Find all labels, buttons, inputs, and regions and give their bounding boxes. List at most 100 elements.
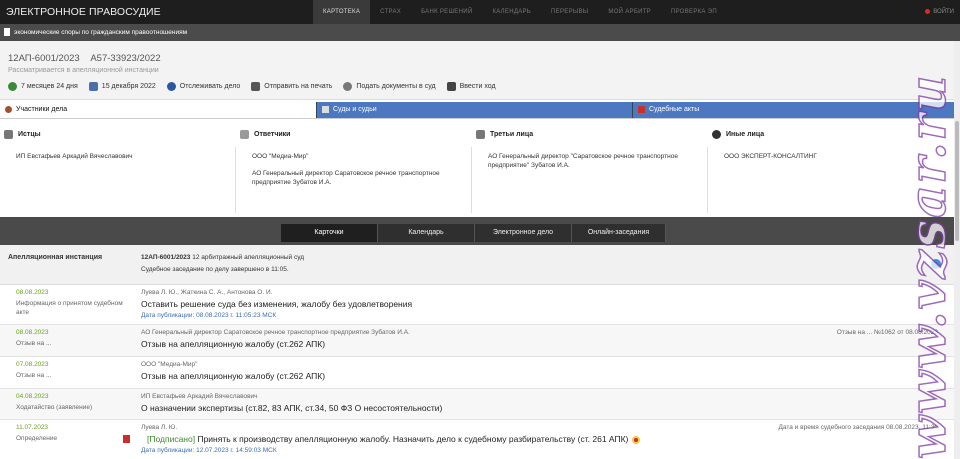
power-icon xyxy=(925,8,931,14)
party-item[interactable]: АО Генеральный директор "Саратовское реч… xyxy=(488,152,693,170)
plaintiffs-column: Истцы ИП Евстафьев Аркадий Вячеславович xyxy=(0,119,235,218)
event-row: 08.08.2023 Информация о принятом судебно… xyxy=(0,285,960,325)
nav-bank-resheniy[interactable]: БАНК РЕШЕНИЙ xyxy=(411,0,482,24)
expand-icon[interactable] xyxy=(931,259,941,269)
case-number: 12АП-6001/2023 xyxy=(8,53,80,64)
other-parties-header: Иные лица xyxy=(712,130,764,139)
print-button[interactable]: Отправить на печать xyxy=(251,82,332,91)
person-icon xyxy=(5,106,12,113)
tab-calendar[interactable]: Календарь xyxy=(378,224,475,242)
building-icon xyxy=(476,130,485,139)
nav-strakh[interactable]: СТРАХ xyxy=(370,0,411,24)
event-author: Луева Л. Ю. xyxy=(141,424,178,431)
defendants-header: Ответчики xyxy=(240,130,291,139)
event-title[interactable]: Отзыв на апелляционную жалобу (ст.262 АП… xyxy=(141,371,325,381)
other-parties-column: Иные лица ООО ЭКСПЕРТ-КОНСАЛТИНГ xyxy=(708,119,943,218)
tab-court-acts[interactable]: Судебные акты xyxy=(632,102,960,118)
event-title[interactable]: Отзыв на апелляционную жалобу (ст.262 АП… xyxy=(141,339,325,349)
signed-label: [Подписано] xyxy=(147,434,196,444)
third-parties-title: Третьи лица xyxy=(490,131,534,138)
event-row: 08.08.2023 Отзыв на ... АО Генеральный д… xyxy=(0,325,960,357)
party-item[interactable]: АО Генеральный директор Саратовское речн… xyxy=(252,169,457,187)
tab-online-sessions[interactable]: Онлайн-заседания xyxy=(572,224,666,242)
party-item[interactable]: ООО ЭКСПЕРТ-КОНСАЛТИНГ xyxy=(724,152,929,161)
nav-check-ep[interactable]: ПРОВЕРКА ЭП xyxy=(661,0,727,24)
third-parties-list: АО Генеральный директор "Саратовское реч… xyxy=(488,152,693,178)
tab-cards[interactable]: Карточки xyxy=(281,224,378,242)
instance-court: 12 арбитражный апелляционный суд xyxy=(190,254,305,261)
party-item[interactable]: ИП Евстафьев Аркадий Вячеславович xyxy=(16,152,221,161)
scales-icon xyxy=(4,130,13,139)
event-row: 07.08.2023 Отзыв на ... ООО "Медиа-Мир" … xyxy=(0,357,960,389)
main-nav: КАРТОТЕКА СТРАХ БАНК РЕШЕНИЙ КАЛЕНДАРЬ П… xyxy=(313,0,727,24)
track-case-button[interactable]: Отслеживать дело xyxy=(166,82,240,91)
scrollbar-thumb[interactable] xyxy=(955,121,959,241)
instance-case: 12АП-6001/2023 12 арбитражный апелляцион… xyxy=(141,254,304,261)
event-author: ООО "Медиа-Мир" xyxy=(141,361,198,368)
event-date: 08.08.2023 xyxy=(16,289,49,296)
scrollbar[interactable] xyxy=(954,41,960,459)
event-row: 04.08.2023 Ходатайство (заявление) ИП Ев… xyxy=(0,389,960,420)
party-item[interactable]: ООО "Медиа-Мир" xyxy=(252,152,457,161)
instance-result: Судебное заседание по делу завершено в 1… xyxy=(141,266,289,273)
case-header: 12АП-6001/2023 А57-33923/2022 Рассматрив… xyxy=(0,41,960,100)
tab-acts-label: Судебные акты xyxy=(649,106,700,113)
tab-courts-label: Суды и судьи xyxy=(333,106,377,113)
nav-my-arbitr[interactable]: МОЙ АРБИТР xyxy=(598,0,661,24)
view-tabs: Карточки Календарь Электронное дело Онла… xyxy=(281,224,666,242)
person-icon xyxy=(712,130,721,139)
start-date-info: 15 декабря 2022 xyxy=(88,82,156,91)
submit-documents-button[interactable]: Подать документы в суд xyxy=(343,82,436,91)
shield-icon xyxy=(240,130,249,139)
event-date: 08.08.2023 xyxy=(16,329,49,336)
third-parties-column: Третьи лица АО Генеральный директор "Сар… xyxy=(472,119,707,218)
tab-electronic-case[interactable]: Электронное дело xyxy=(475,224,572,242)
case-numbers: 12АП-6001/2023 А57-33923/2022 xyxy=(8,53,161,64)
shield-icon xyxy=(166,82,176,91)
top-bar: ЭЛЕКТРОННОЕ ПРАВОСУДИЕ КАРТОТЕКА СТРАХ Б… xyxy=(0,0,960,24)
start-date-label: 15 декабря 2022 xyxy=(101,83,156,90)
plaintiffs-list: ИП Евстафьев Аркадий Вячеславович xyxy=(16,152,221,169)
duration-info: 7 месяцев 24 дня xyxy=(8,82,78,91)
event-date: 11.07.2023 xyxy=(16,424,49,431)
calendar-icon xyxy=(88,82,98,91)
event-date: 04.08.2023 xyxy=(16,393,49,400)
defendants-title: Ответчики xyxy=(254,131,291,138)
event-title-text: Принять к производству апелляционную жал… xyxy=(195,434,629,444)
duration-label: 7 месяцев 24 дня xyxy=(21,83,78,90)
instance-header: Апелляционная инстанция 12АП-6001/2023 1… xyxy=(0,245,960,285)
nav-breaks[interactable]: ПЕРЕРЫВЫ xyxy=(541,0,598,24)
enter-course-button[interactable]: Ввести ход xyxy=(446,82,496,91)
upload-icon xyxy=(343,82,353,91)
tab-participants-label: Участники дела xyxy=(16,106,68,113)
event-publication: Дата публикации: 12.07.2023 г. 14:59:03 … xyxy=(141,447,277,454)
first-instance-number[interactable]: А57-33923/2022 xyxy=(90,53,160,64)
event-author: Луева Л. Ю., Жаткина С. А., Антонова О. … xyxy=(141,289,273,296)
pdf-icon[interactable] xyxy=(123,434,130,443)
parties-panel: Истцы ИП Евстафьев Аркадий Вячеславович … xyxy=(0,118,960,217)
print-label: Отправить на печать xyxy=(264,83,333,90)
event-author: АО Генеральный директор Саратовское речн… xyxy=(141,329,410,336)
view-switch-bar: Карточки Календарь Электронное дело Онла… xyxy=(0,217,960,245)
event-author: ИП Евстафьев Аркадий Вячеславович xyxy=(141,393,258,400)
case-tabs: Участники дела Суды и судьи Судебные акт… xyxy=(0,102,960,118)
nav-kartoteka[interactable]: КАРТОТЕКА xyxy=(313,0,371,24)
tab-courts-judges[interactable]: Суды и судьи xyxy=(316,102,632,118)
third-parties-header: Третьи лица xyxy=(476,130,533,139)
tab-participants[interactable]: Участники дела xyxy=(0,102,316,118)
site-brand[interactable]: ЭЛЕКТРОННОЕ ПРАВОСУДИЕ xyxy=(6,6,161,18)
instance-case-number[interactable]: 12АП-6001/2023 xyxy=(141,254,190,261)
event-type: Отзыв на ... xyxy=(16,372,52,379)
event-title[interactable]: О назначении экспертизы (ст.82, 83 АПК, … xyxy=(141,403,442,413)
printer-icon xyxy=(251,82,261,91)
defendants-column: Ответчики ООО "Медиа-Мир" АО Генеральный … xyxy=(236,119,471,218)
plaintiffs-header: Истцы xyxy=(4,130,41,139)
nav-calendar[interactable]: КАЛЕНДАРЬ xyxy=(482,0,541,24)
clock-icon xyxy=(8,82,17,91)
event-type: Определение xyxy=(16,435,58,442)
other-parties-title: Иные лица xyxy=(726,131,765,138)
login-link[interactable]: ВОЙТИ xyxy=(925,0,954,24)
award-icon xyxy=(632,435,641,444)
event-title[interactable]: [Подписано] Принять к производству апелл… xyxy=(123,434,641,444)
event-title[interactable]: Оставить решение суда без изменения, жал… xyxy=(141,299,412,309)
